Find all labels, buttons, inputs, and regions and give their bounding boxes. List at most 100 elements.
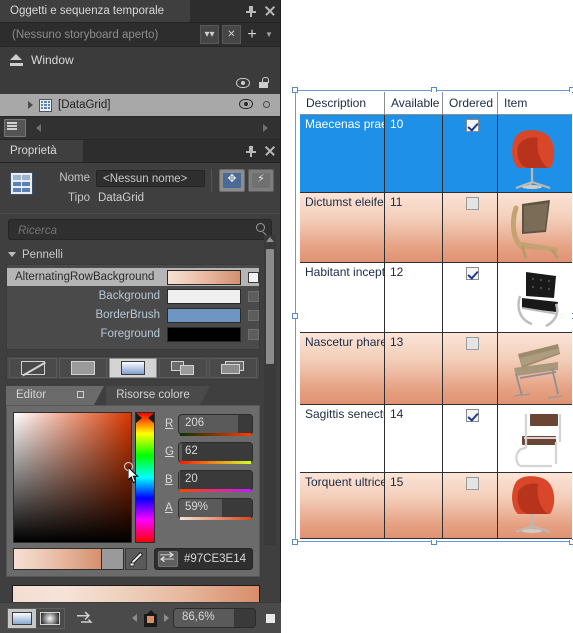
previous-color-swatch[interactable] — [102, 548, 124, 570]
table-row[interactable]: Sagittis senectus : 14 — [300, 405, 572, 473]
resize-handle-w[interactable] — [292, 313, 298, 319]
brush-row-background[interactable]: Background — [7, 287, 259, 305]
tile-brush-button[interactable] — [159, 358, 207, 378]
cell-ordered[interactable] — [443, 263, 498, 333]
table-row[interactable]: Habitant inceptos 12 — [300, 263, 572, 333]
close-icon[interactable] — [264, 5, 276, 17]
name-label: Nome — [59, 172, 90, 184]
circle-icon[interactable] — [263, 100, 270, 108]
brush-resources-button[interactable] — [209, 358, 257, 378]
previous-stop-button[interactable] — [132, 614, 137, 622]
checkbox-checked[interactable] — [466, 119, 479, 132]
close-icon[interactable] — [264, 145, 276, 157]
eye-icon[interactable] — [236, 77, 250, 88]
triangle-down-icon[interactable] — [8, 252, 16, 257]
search-input[interactable] — [16, 220, 235, 241]
hue-marker-right — [148, 413, 154, 423]
resize-handle-nw[interactable] — [292, 87, 298, 93]
channel-r-input[interactable]: 206 — [178, 413, 253, 436]
brush-swatch[interactable] — [167, 288, 241, 304]
sidebar-item-datagrid[interactable]: [DataGrid] — [0, 94, 280, 116]
next-stop-button[interactable] — [164, 614, 169, 622]
brush-row-foreground[interactable]: Foreground — [7, 325, 259, 343]
brush-swatch[interactable] — [167, 326, 241, 342]
brush-row-alternatingrowbackground[interactable]: AlternatingRowBackground — [7, 268, 259, 286]
square-icon[interactable] — [77, 391, 85, 399]
tile-brush-icon — [171, 361, 195, 375]
pin-icon[interactable] — [245, 5, 257, 17]
caret-down-icon[interactable]: ▼ — [263, 30, 275, 39]
brush-swatch[interactable] — [167, 269, 241, 285]
brushes-header[interactable]: Pennelli — [0, 246, 280, 263]
brush-swatch[interactable] — [167, 307, 241, 323]
eye-icon[interactable] — [239, 99, 253, 109]
radial-gradient-button[interactable] — [36, 608, 64, 628]
chevrons-down-icon[interactable]: ▾▾ — [200, 25, 219, 44]
events-toggle-button[interactable]: ⚡ — [248, 169, 274, 192]
eyedropper-icon[interactable] — [125, 548, 147, 570]
gradient-offset-field[interactable]: 86,6% — [173, 608, 256, 628]
column-header-ordered[interactable]: Ordered — [443, 92, 498, 114]
search-box[interactable] — [8, 219, 272, 241]
checkbox-unchecked[interactable] — [466, 197, 479, 210]
advanced-options-icon[interactable] — [248, 328, 259, 340]
table-row[interactable]: Maecenas praese 10 — [300, 115, 572, 193]
pin-icon[interactable] — [245, 145, 257, 157]
column-header-description[interactable]: Description — [300, 92, 385, 114]
objects-panel-tab[interactable]: Oggetti e sequenza temporale — [0, 0, 191, 22]
channel-a-input[interactable]: 59% — [178, 497, 253, 520]
advanced-options-icon[interactable] — [248, 271, 259, 283]
reverse-gradient-icon[interactable] — [75, 610, 95, 626]
triangle-right-icon[interactable] — [28, 101, 33, 109]
gradient-stop-icon[interactable] — [144, 609, 157, 627]
arrow-left-icon[interactable] — [36, 124, 41, 132]
table-row[interactable]: Nascetur pharetra 13 — [300, 333, 572, 405]
datagrid-control[interactable]: Description Available Ordered Item Maece… — [300, 92, 572, 540]
swap-arrows-icon[interactable] — [158, 551, 178, 567]
gradient-brush-button[interactable] — [109, 358, 157, 378]
scroll-up-icon[interactable] — [266, 237, 274, 242]
table-row[interactable]: Dictumst eleifend 11 — [300, 193, 572, 263]
channel-b-input[interactable]: 20 — [178, 469, 253, 492]
hex-color-field[interactable]: #97CE3E14 — [154, 548, 253, 570]
tab-color-resources[interactable]: Risorse colore — [106, 386, 210, 405]
arrow-right-icon[interactable] — [263, 124, 268, 132]
close-x-icon[interactable]: ✕ — [222, 25, 241, 44]
name-field[interactable]: <Nessun nome> — [96, 169, 205, 187]
scrollbar-thumb[interactable] — [266, 249, 274, 364]
advanced-options-icon[interactable] — [248, 290, 259, 302]
table-row[interactable]: Torquent ultrices 15 — [300, 473, 572, 539]
tree-root-window[interactable]: Window — [0, 47, 280, 72]
properties-scrollbar[interactable] — [264, 235, 276, 545]
advanced-options-icon[interactable] — [248, 309, 259, 321]
solid-brush-button[interactable] — [59, 358, 107, 378]
column-header-item[interactable]: Item — [498, 92, 572, 114]
brush-row-borderbrush[interactable]: BorderBrush — [7, 306, 259, 324]
resize-handle-sw[interactable] — [292, 539, 298, 545]
pages-icon[interactable] — [4, 119, 26, 137]
linear-gradient-button[interactable] — [8, 608, 36, 628]
checkbox-checked[interactable] — [466, 409, 479, 422]
tool-panel: Oggetti e sequenza temporale (Nessuno st… — [0, 0, 281, 633]
checkbox-unchecked[interactable] — [466, 477, 479, 490]
checkbox-unchecked[interactable] — [466, 337, 479, 350]
lock-icon[interactable] — [259, 77, 269, 88]
tab-editor[interactable]: Editor — [6, 386, 105, 405]
cell-item — [498, 473, 572, 539]
cell-ordered[interactable] — [443, 473, 498, 539]
advanced-options-icon[interactable] — [266, 613, 275, 623]
no-brush-button[interactable] — [9, 358, 57, 378]
plus-icon[interactable]: + — [244, 26, 260, 42]
column-header-available[interactable]: Available — [385, 92, 443, 114]
cell-ordered[interactable] — [443, 405, 498, 473]
cell-ordered[interactable] — [443, 115, 498, 193]
saturation-value-picker[interactable] — [13, 412, 139, 543]
properties-panel-tab[interactable]: Proprietà — [0, 140, 83, 162]
cell-ordered[interactable] — [443, 333, 498, 405]
cell-ordered[interactable] — [443, 193, 498, 263]
checkbox-checked[interactable] — [466, 267, 479, 280]
channel-g-input[interactable]: 62 — [178, 441, 253, 464]
properties-toggle-button[interactable]: ✥ — [219, 169, 245, 192]
cell-available: 14 — [385, 405, 443, 473]
element-header: Nome <Nessun nome> Tipo DataGrid ✥ ⚡ — [0, 163, 280, 214]
